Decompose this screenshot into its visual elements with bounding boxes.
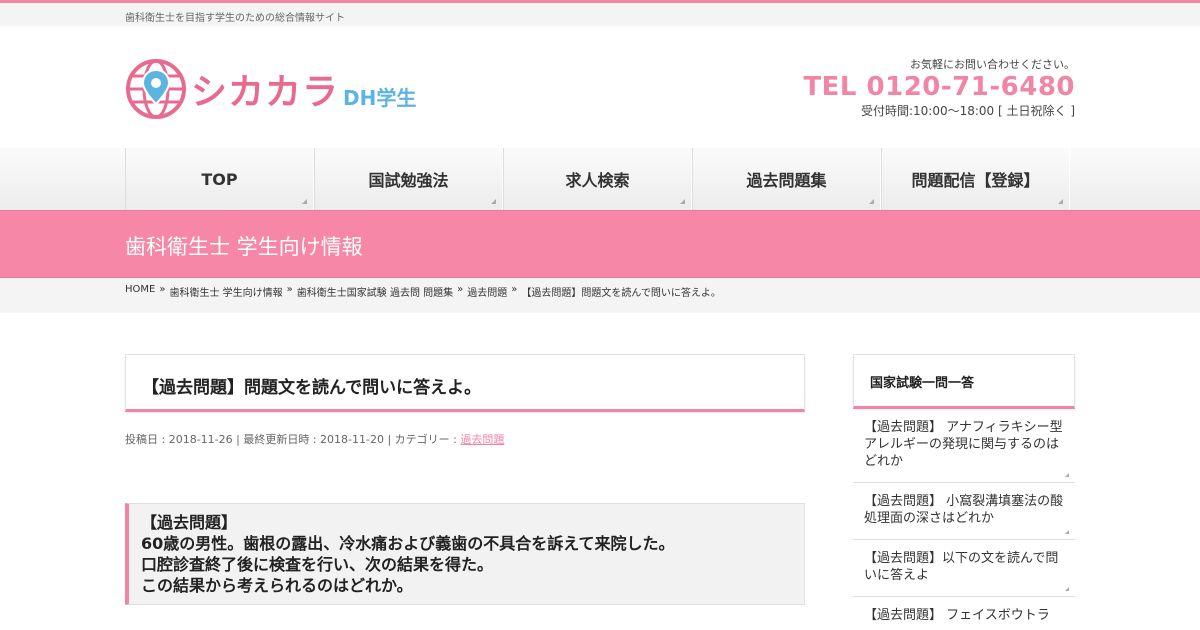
breadcrumb-category[interactable]: 歯科衛生士 学生向け情報 xyxy=(169,284,282,299)
sidebar-item-link[interactable]: 【過去問題】以下の文を読んで問いに答えよ xyxy=(853,540,1075,597)
category-link[interactable]: 過去問題 xyxy=(460,433,504,446)
contact-block: お気軽にお問い合わせください。 TEL 0120-71-6480 受付時間:10… xyxy=(803,56,1075,119)
logo-text: シカカラ xyxy=(191,72,340,113)
corner-mark-icon xyxy=(1065,530,1069,534)
corner-mark-icon xyxy=(302,199,307,204)
contact-note: お気軽にお問い合わせください。 xyxy=(910,58,1075,71)
phone-number[interactable]: TEL 0120-71-6480 xyxy=(803,72,1075,102)
sidebar-item-link[interactable]: 【過去問題】 アナフィラキシー型アレルギーの発現に関与するのはどれか xyxy=(853,409,1075,483)
main-nav: TOP 国試勉強法 求人検索 過去問題集 問題配信【登録】 xyxy=(0,148,1200,210)
site-header: シカカラ DH学生 お気軽にお問い合わせください。 TEL 0120-71-64… xyxy=(0,26,1200,148)
sidebar-item-link[interactable]: 【過去問題】 小窩裂溝填塞法の酸処理面の深さはどれか xyxy=(853,483,1075,540)
globe-pin-icon xyxy=(126,59,186,119)
sidebar-item-link[interactable]: 【過去問題】 フェイスボウトラ xyxy=(853,597,1075,630)
nav-item-job-search[interactable]: 求人検索 xyxy=(503,148,692,210)
breadcrumb-home[interactable]: HOME xyxy=(125,284,155,299)
corner-mark-icon xyxy=(869,199,874,204)
corner-mark-icon xyxy=(491,199,496,204)
nav-item-top[interactable]: TOP xyxy=(125,148,314,210)
post-dates: 投稿日 : 2018-11-26 | 最終更新日時 : 2018-11-20 |… xyxy=(125,433,461,446)
main-content: 【過去問題】問題文を読んで問いに答えよ。 投稿日 : 2018-11-26 | … xyxy=(0,313,1200,630)
breadcrumb-question-collection[interactable]: 歯科衛生士国家試験 過去問 問題集 xyxy=(297,284,453,299)
business-hours: 受付時間:10:00～18:00 [ 土日祝除く ] xyxy=(860,104,1075,118)
nav-item-question-delivery[interactable]: 問題配信【登録】 xyxy=(881,148,1070,210)
question-line: 【過去問題】 xyxy=(141,513,238,532)
sidebar-heading-box: 国家試験一問一答 xyxy=(853,354,1075,409)
question-box: 【過去問題】 60歳の男性。歯根の露出、冷水痛および義歯の不具合を訴えて来院した… xyxy=(125,503,805,605)
breadcrumb-past-questions[interactable]: 過去問題 xyxy=(467,284,507,299)
site-tagline: 歯科衛生士を目指す学生のための総合情報サイト xyxy=(125,13,345,24)
nav-item-past-questions[interactable]: 過去問題集 xyxy=(692,148,881,210)
corner-mark-icon xyxy=(680,199,685,204)
corner-mark-icon xyxy=(1058,199,1063,204)
post-meta: 投稿日 : 2018-11-26 | 最終更新日時 : 2018-11-20 |… xyxy=(125,431,504,447)
site-logo[interactable]: シカカラ DH学生 xyxy=(125,58,425,120)
logo-subtext: DH学生 xyxy=(343,85,417,110)
sidebar-title: 国家試験一問一答 xyxy=(870,376,975,391)
question-line: 60歳の男性。歯根の露出、冷水痛および義歯の不具合を訴えて来院した。 xyxy=(141,534,675,553)
question-line: この結果から考えられるのはどれか。 xyxy=(141,576,413,595)
breadcrumb-current: 【過去問題】問題文を読んで問いに答えよ。 xyxy=(521,288,721,299)
nav-item-study-method[interactable]: 国試勉強法 xyxy=(314,148,503,210)
post-title-box: 【過去問題】問題文を読んで問いに答えよ。 xyxy=(125,354,805,412)
question-line: 口腔診査終了後に検査を行い、次の結果を得た。 xyxy=(141,555,494,574)
corner-mark-icon xyxy=(1065,587,1069,591)
tagline-bar: 歯科衛生士を目指す学生のための総合情報サイト xyxy=(0,3,1200,26)
post-title: 【過去問題】問題文を読んで問いに答えよ。 xyxy=(142,378,482,398)
sidebar: 国家試験一問一答 【過去問題】 アナフィラキシー型アレルギーの発現に関与するのは… xyxy=(853,354,1075,630)
corner-mark-icon xyxy=(1065,473,1069,477)
banner-title: 歯科衛生士 学生向け情報 xyxy=(125,235,363,259)
breadcrumb: HOME» 歯科衛生士 学生向け情報» 歯科衛生士国家試験 過去問 問題集» 過… xyxy=(0,278,1200,313)
category-banner: 歯科衛生士 学生向け情報 xyxy=(0,210,1200,278)
